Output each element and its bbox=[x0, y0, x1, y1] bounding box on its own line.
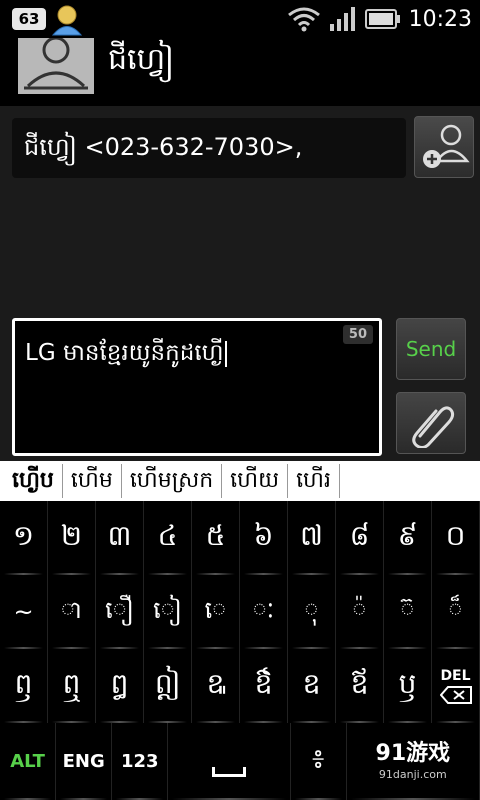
key[interactable]: ឭ bbox=[0, 649, 48, 723]
key[interactable]: ឩ bbox=[192, 649, 240, 723]
paperclip-icon bbox=[412, 406, 455, 448]
suggestion-item[interactable]: ហើរ bbox=[288, 464, 340, 498]
key[interactable]: ១ bbox=[0, 501, 48, 575]
status-clock: 10:23 bbox=[408, 6, 472, 32]
compose-area: LG មានខ្មែរយូនីកូដហ្ងើ 50 Send bbox=[0, 306, 480, 461]
key[interactable]: ៈ bbox=[240, 575, 288, 649]
key[interactable]: េ bbox=[192, 575, 240, 649]
key[interactable]: ០ bbox=[432, 501, 480, 575]
default-contact-icon bbox=[24, 38, 88, 90]
notification-count-badge[interactable]: 63 bbox=[12, 8, 46, 30]
key[interactable]: ា bbox=[48, 575, 96, 649]
key[interactable]: ៨ bbox=[336, 501, 384, 575]
watermark-url: 91danji.com bbox=[378, 768, 447, 781]
attach-button[interactable] bbox=[396, 392, 466, 454]
key[interactable]: ២ bbox=[48, 501, 96, 575]
alt-key[interactable]: ALT bbox=[0, 723, 57, 800]
key[interactable]: ៊ bbox=[384, 575, 432, 649]
delete-key[interactable]: DEL bbox=[432, 649, 480, 723]
message-input[interactable]: LG មានខ្មែរយូនីកូដហ្ងើ 50 bbox=[12, 318, 382, 456]
key[interactable]: ៩ bbox=[384, 501, 432, 575]
contact-notification-icon[interactable] bbox=[50, 4, 84, 36]
space-key[interactable] bbox=[168, 723, 291, 800]
battery-icon bbox=[364, 9, 400, 29]
key[interactable]: ៉ bbox=[336, 575, 384, 649]
key[interactable]: ឿ bbox=[96, 575, 144, 649]
suggestion-item[interactable]: ហើយ bbox=[222, 464, 289, 498]
contact-header: ជីហ្វៀ bbox=[0, 38, 480, 106]
key[interactable]: ុ bbox=[288, 575, 336, 649]
send-button[interactable]: Send bbox=[396, 318, 466, 380]
backspace-icon bbox=[439, 686, 472, 704]
message-text: LG មានខ្មែរយូនីកូដហ្ងើ bbox=[25, 340, 224, 366]
watermark-logo: 91游戏 bbox=[375, 741, 451, 766]
delete-key-label: DEL bbox=[440, 668, 471, 684]
signal-icon bbox=[329, 7, 355, 31]
colon-key[interactable]: ៖ bbox=[291, 723, 347, 800]
key[interactable]: ឮ bbox=[48, 649, 96, 723]
key[interactable]: ឰ bbox=[96, 649, 144, 723]
key[interactable]: ឫ bbox=[384, 649, 432, 723]
status-bar: 63 10:23 bbox=[0, 0, 480, 38]
numbers-key[interactable]: 123 bbox=[112, 723, 169, 800]
character-counter: 50 bbox=[342, 325, 373, 344]
contact-name: ជីហ្វៀ bbox=[108, 42, 175, 77]
recipient-area: ជីហ្វៀ <023-632-7030>, bbox=[0, 106, 480, 306]
keyboard-row-letters: ឭ ឮ ឰ ឦ ឩ ឳ ឧ ឪ ឫ DEL bbox=[0, 649, 480, 723]
soft-keyboard: ១ ២ ៣ ៤ ៥ ៦ ៧ ៨ ៩ ០ ~ ា ឿ ៀ េ ៈ ុ ៉ ៊ ៏ … bbox=[0, 501, 480, 800]
key[interactable]: ៧ bbox=[288, 501, 336, 575]
space-icon bbox=[211, 766, 246, 777]
keyboard-row-digits: ១ ២ ៣ ៤ ៥ ៦ ៧ ៨ ៩ ០ bbox=[0, 501, 480, 575]
suggestion-bar: ហ្ងើប ហើម ហើមស្រក ហើយ ហើរ bbox=[0, 461, 480, 501]
suggestion-item[interactable]: ហើមស្រក bbox=[122, 464, 223, 498]
key[interactable]: ៥ bbox=[192, 501, 240, 575]
key[interactable]: ៦ bbox=[240, 501, 288, 575]
keyboard-row-function: ALT ENG 123 ៖ 91游戏 91danji.com bbox=[0, 723, 480, 800]
eng-key[interactable]: ENG bbox=[56, 723, 113, 800]
key[interactable]: ៀ bbox=[144, 575, 192, 649]
key[interactable]: ឳ bbox=[240, 649, 288, 723]
add-person-icon bbox=[423, 124, 470, 168]
wifi-icon bbox=[287, 7, 320, 32]
key[interactable]: ៤ bbox=[144, 501, 192, 575]
contact-photo[interactable] bbox=[18, 38, 94, 94]
recipient-field[interactable]: ជីហ្វៀ <023-632-7030>, bbox=[12, 118, 406, 178]
key[interactable]: ៣ bbox=[96, 501, 144, 575]
watermark: 91游戏 91danji.com bbox=[347, 723, 480, 800]
text-caret bbox=[224, 340, 227, 367]
add-contact-button[interactable] bbox=[414, 116, 474, 178]
key[interactable]: ឪ bbox=[336, 649, 384, 723]
suggestion-item[interactable]: ហ្ងើប bbox=[4, 464, 63, 498]
suggestion-item[interactable]: ហើម bbox=[63, 464, 122, 498]
key[interactable]: ~ bbox=[0, 575, 48, 649]
key[interactable]: ឧ bbox=[288, 649, 336, 723]
key[interactable]: ៏ bbox=[432, 575, 480, 649]
key[interactable]: ឦ bbox=[144, 649, 192, 723]
keyboard-row-vowels: ~ ា ឿ ៀ េ ៈ ុ ៉ ៊ ៏ bbox=[0, 575, 480, 649]
